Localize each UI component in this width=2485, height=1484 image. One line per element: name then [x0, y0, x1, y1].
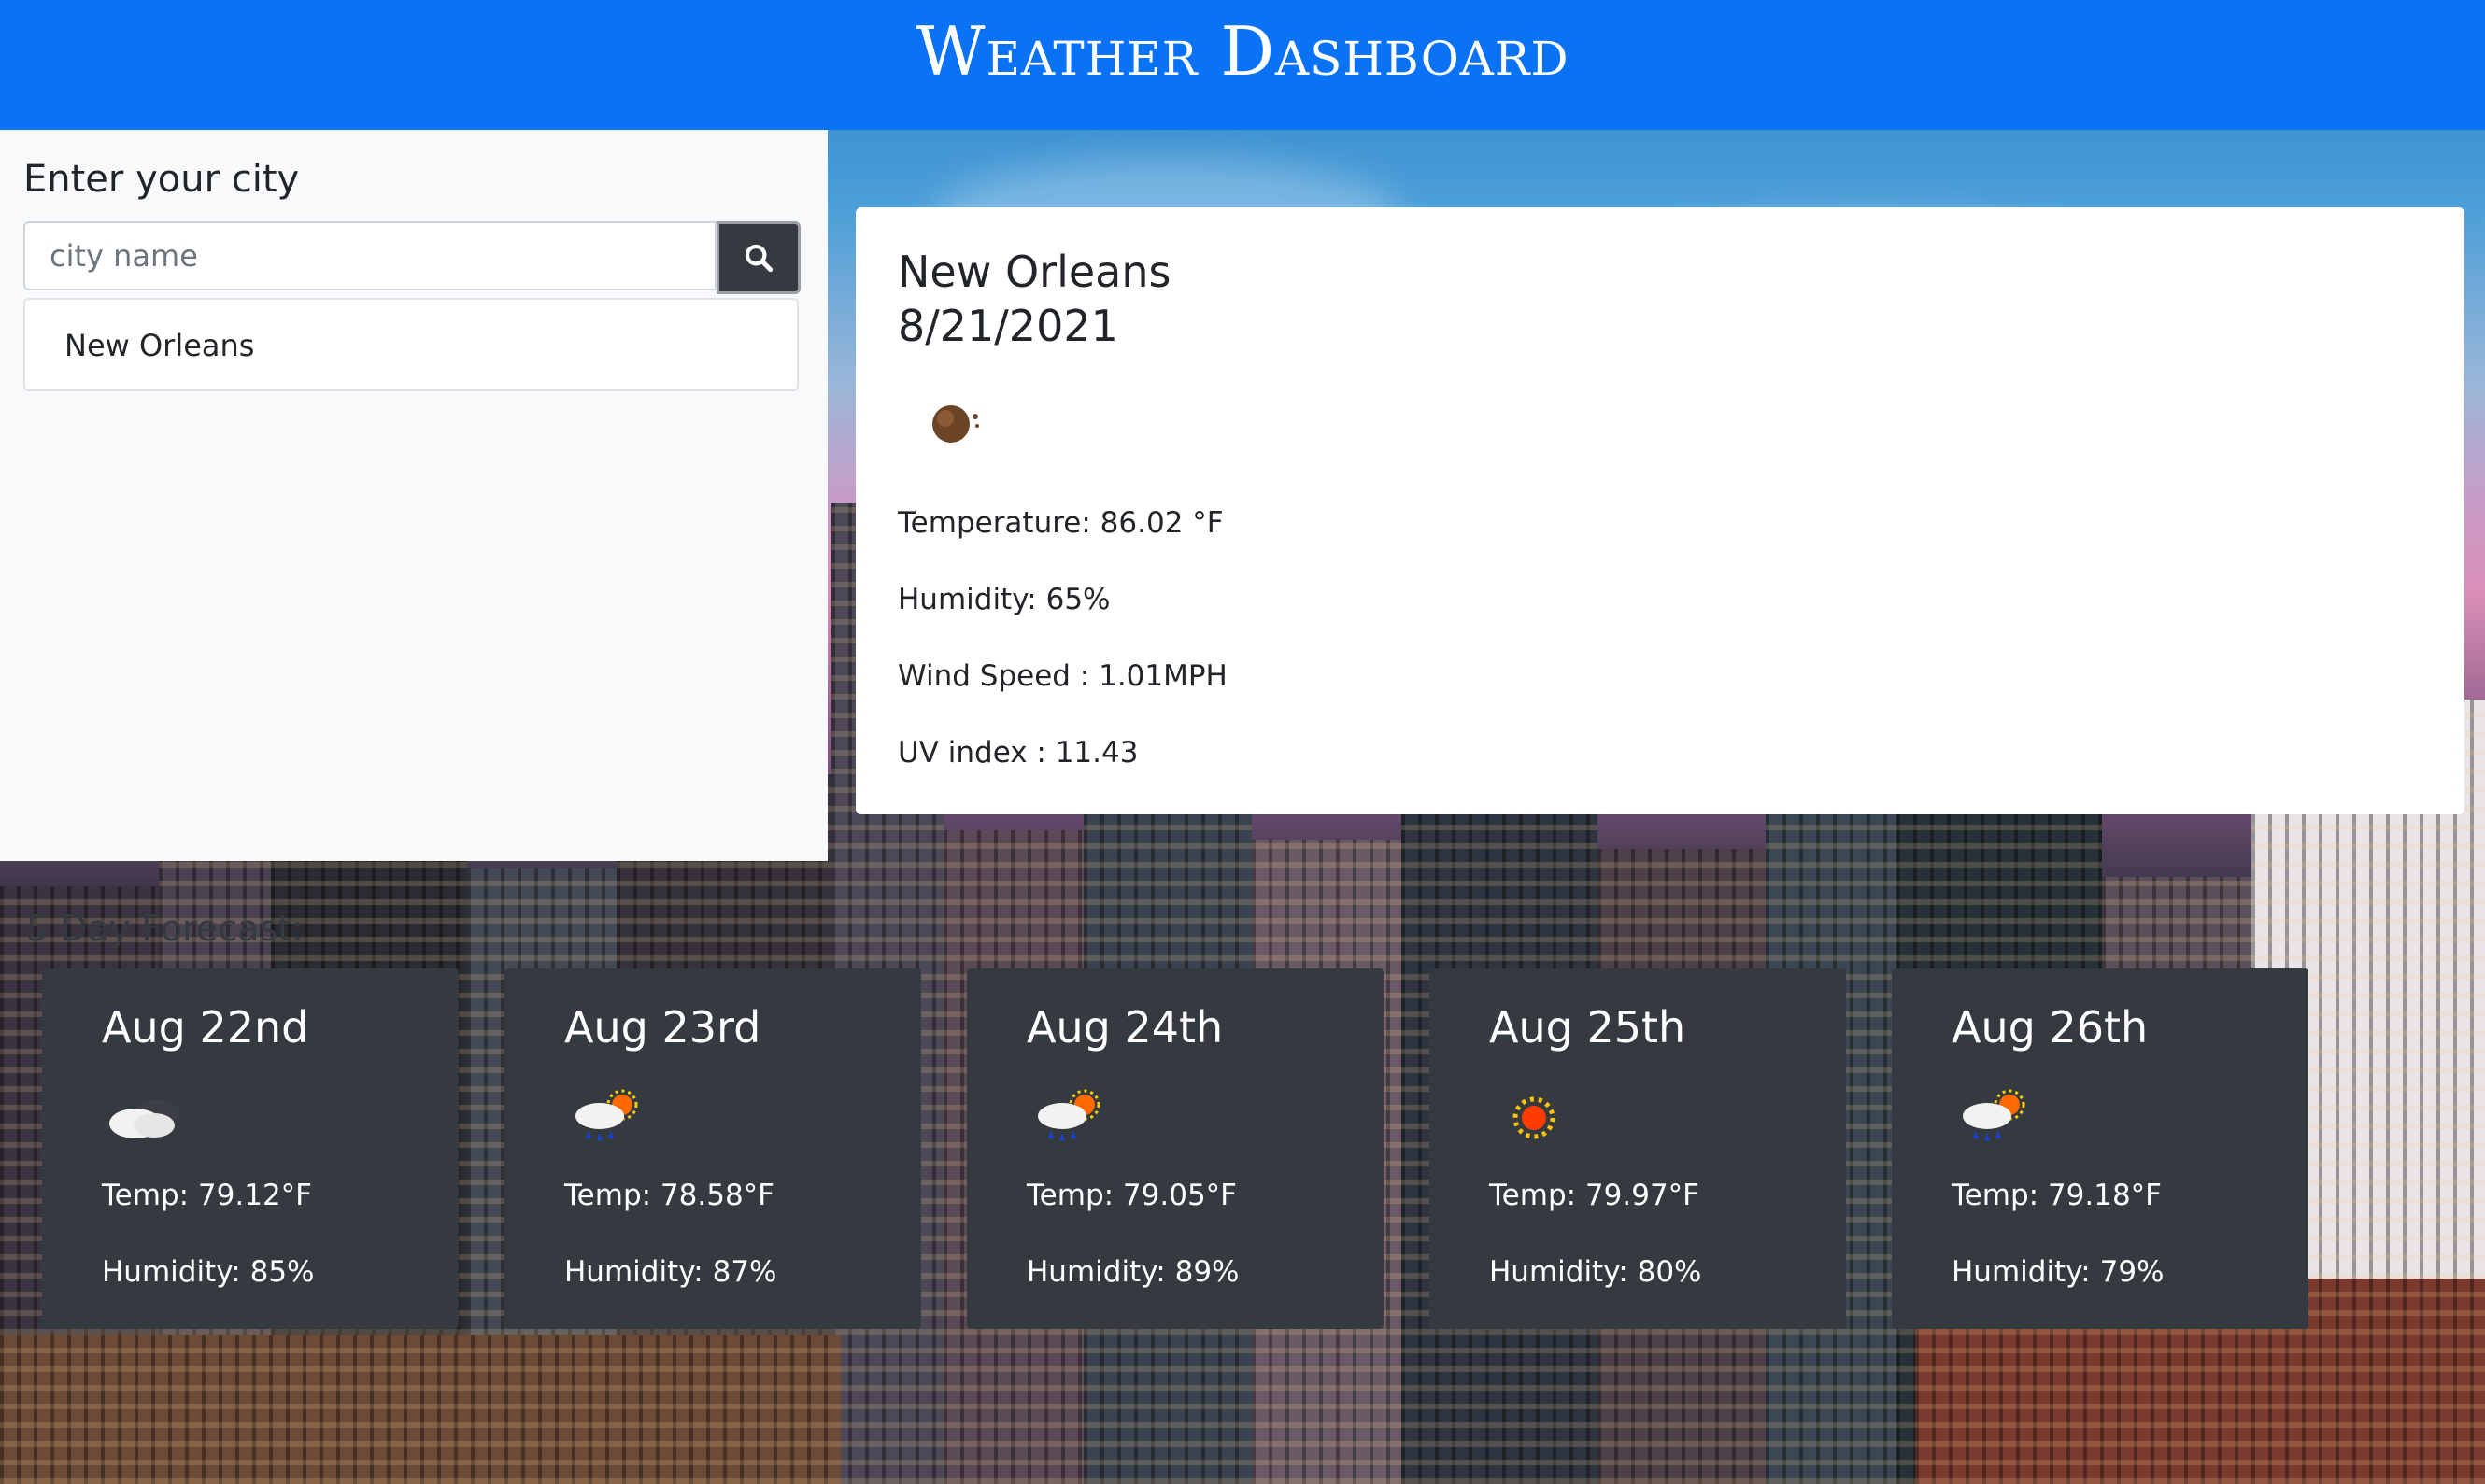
search-bar [23, 221, 801, 294]
current-city: New Orleans [898, 247, 1172, 297]
forecast-card: Aug 23rd Temp: 78.58°F Humidity: 87% [504, 968, 921, 1329]
current-uv-index: UV index : 11.43 [898, 736, 1139, 770]
forecast-date: Aug 23rd [564, 1002, 761, 1053]
forecast-date: Aug 24th [1027, 1002, 1224, 1053]
current-wind-speed: Wind Speed : 1.01MPH [898, 659, 1228, 693]
forecast-humidity: Humidity: 85% [102, 1255, 315, 1289]
forecast-humidity: Humidity: 80% [1489, 1255, 1702, 1289]
search-icon [745, 244, 774, 273]
app-header: Weather Dashboard [0, 0, 2485, 130]
current-weather-card: New Orleans 8/21/2021 Temperature: 86.02… [856, 207, 2464, 814]
search-button[interactable] [717, 221, 801, 294]
forecast-date: Aug 26th [1952, 1002, 2149, 1053]
forecast-date: Aug 25th [1489, 1002, 1686, 1053]
forecast-card: Aug 26th Temp: 79.18°F Humidity: 79% [1892, 968, 2308, 1329]
page-title: Weather Dashboard [916, 12, 1569, 91]
forecast-humidity: Humidity: 87% [564, 1255, 777, 1289]
city-search-input[interactable] [23, 221, 717, 290]
forecast-temp: Temp: 79.18°F [1952, 1179, 2162, 1212]
rain-sun-icon [575, 1089, 638, 1140]
cloudy-icon [109, 1100, 180, 1138]
sun-icon [1512, 1096, 1555, 1139]
moon-icon [932, 405, 979, 443]
rain-sun-icon [1963, 1089, 2025, 1140]
rain-sun-icon [1038, 1089, 1100, 1140]
current-humidity: Humidity: 65% [898, 583, 1111, 616]
search-label: Enter your city [23, 158, 300, 201]
forecast-temp: Temp: 79.12°F [102, 1179, 312, 1212]
history-city-label: New Orleans [64, 328, 255, 363]
current-date: 8/21/2021 [898, 301, 1118, 351]
forecast-temp: Temp: 79.05°F [1027, 1179, 1237, 1212]
search-history-item[interactable]: New Orleans [23, 298, 799, 391]
forecast-humidity: Humidity: 79% [1952, 1255, 2165, 1289]
current-temperature: Temperature: 86.02 °F [898, 506, 1224, 540]
forecast-temp: Temp: 78.58°F [564, 1179, 774, 1212]
forecast-temp: Temp: 79.97°F [1489, 1179, 1699, 1212]
forecast-card: Aug 25th Temp: 79.97°F Humidity: 80% [1429, 968, 1846, 1329]
forecast-date: Aug 22nd [102, 1002, 309, 1053]
forecast-title: 5 Day Forecast: [26, 908, 304, 949]
forecast-card: Aug 22nd Temp: 79.12°F Humidity: 85% [42, 968, 459, 1329]
search-panel: Enter your city New Orleans [0, 130, 828, 861]
forecast-card: Aug 24th Temp: 79.05°F Humidity: 89% [967, 968, 1384, 1329]
forecast-humidity: Humidity: 89% [1027, 1255, 1240, 1289]
